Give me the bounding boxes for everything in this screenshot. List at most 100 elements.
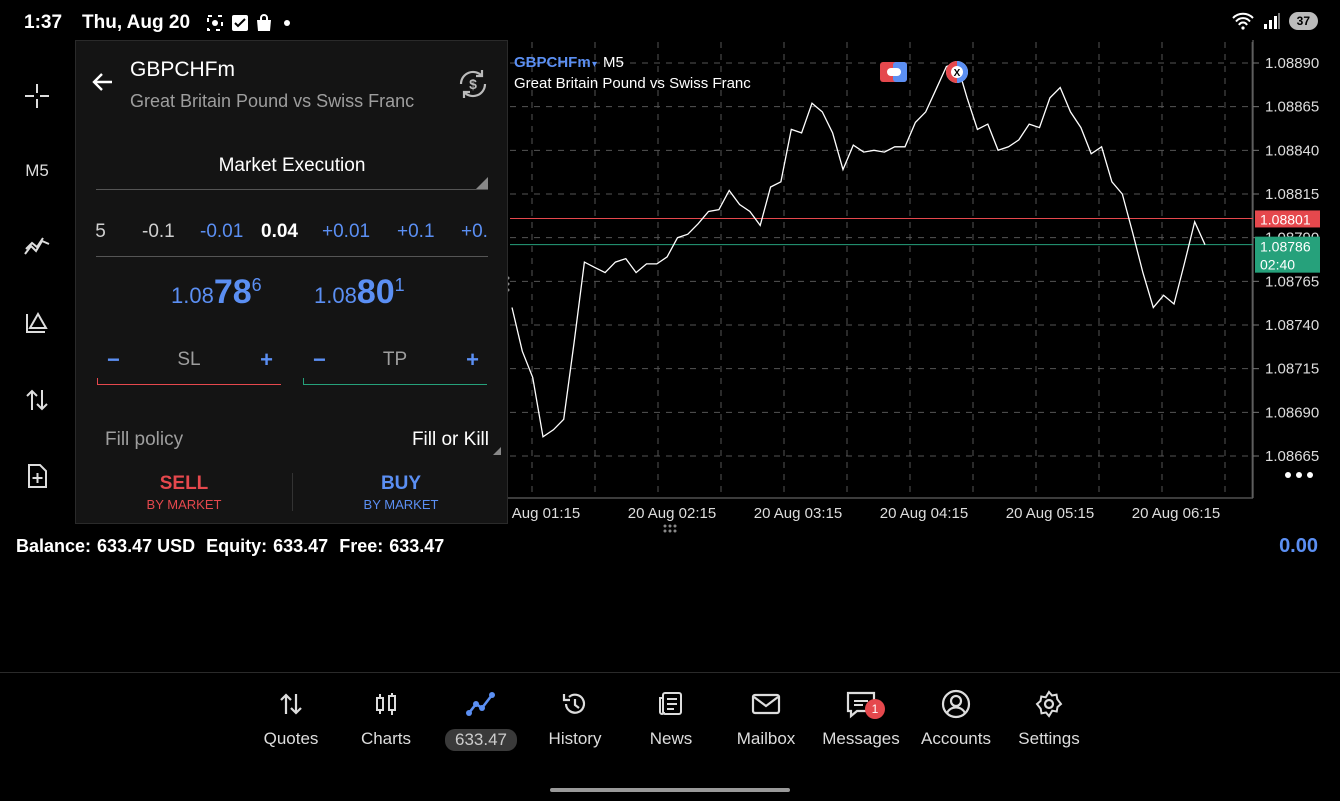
trade-icon bbox=[466, 692, 495, 716]
volume-value[interactable]: 0.04 bbox=[261, 221, 298, 243]
wifi-icon bbox=[1231, 12, 1254, 30]
ask-price: 1.08801 bbox=[314, 273, 405, 311]
nav-mailbox[interactable]: Mailbox bbox=[718, 687, 814, 749]
y-tick-label: 1.08815 bbox=[1265, 186, 1319, 203]
home-indicator[interactable] bbox=[550, 788, 790, 792]
volume-step-plus-0.01[interactable]: +0.01 bbox=[322, 221, 370, 243]
y-tick-label: 1.08740 bbox=[1265, 317, 1319, 334]
battery-icon: 37 bbox=[1288, 12, 1318, 30]
nav-messages[interactable]: 1 Messages bbox=[813, 687, 909, 749]
account-summary: Balance: 633.47 USD Equity: 633.47 Free: 63… bbox=[16, 536, 450, 557]
sl-label: SL bbox=[177, 349, 201, 370]
accounts-icon bbox=[941, 689, 971, 719]
sl-underline bbox=[97, 378, 281, 385]
nav-charts[interactable]: Charts bbox=[338, 687, 434, 749]
take-profit-field[interactable]: − TP + bbox=[303, 337, 487, 385]
document-plus-icon bbox=[28, 464, 47, 488]
sl-plus-button[interactable]: + bbox=[260, 347, 273, 373]
execution-type-value: Market Execution bbox=[218, 155, 366, 176]
new-order-button[interactable] bbox=[14, 453, 60, 499]
charts-icon bbox=[376, 693, 396, 715]
up-down-arrows-icon bbox=[26, 389, 48, 411]
chart-x-tick-labels: Aug 01:15 20 Aug 02:15 20 Aug 03:15 20 Aug … bbox=[512, 505, 1220, 522]
fill-policy-dropdown-icon bbox=[493, 447, 501, 455]
price-chart-svg[interactable]: 1.088901.088651.088401.088151.087901.087… bbox=[501, 40, 1340, 540]
volume-step-plus-0.1[interactable]: +0.1 bbox=[397, 221, 435, 243]
back-arrow-icon[interactable] bbox=[90, 69, 116, 95]
timeframe-button[interactable]: M5 bbox=[14, 148, 60, 194]
y-tick-label: 1.08840 bbox=[1265, 142, 1319, 159]
y-tick-label: 1.08865 bbox=[1265, 99, 1319, 116]
crosshair-icon bbox=[25, 84, 49, 108]
free-margin-label: Free: bbox=[339, 536, 384, 556]
order-symbol: GBPCHFm bbox=[130, 58, 235, 81]
chart-symbol[interactable]: GBPCHFm bbox=[514, 54, 591, 71]
indicators-icon bbox=[24, 237, 50, 255]
price-series-line bbox=[511, 62, 1206, 438]
one-click-trading-icon[interactable] bbox=[880, 62, 907, 82]
ask-price-tag-text: 1.08801 bbox=[1260, 211, 1311, 227]
screenshot-icon bbox=[207, 15, 223, 31]
execution-type-select[interactable]: Market Execution bbox=[96, 153, 488, 190]
quotes-icon bbox=[280, 693, 302, 715]
volume-step-minus-0.01[interactable]: -0.01 bbox=[200, 221, 243, 243]
news-icon bbox=[659, 692, 682, 715]
dot-icon bbox=[284, 20, 290, 26]
volume-step-minus-0.5[interactable]: .5 bbox=[96, 221, 106, 243]
signal-icon bbox=[1263, 13, 1280, 29]
buy-by-market-button[interactable]: BUY BY MARKET bbox=[293, 471, 509, 521]
objects-button[interactable] bbox=[14, 299, 60, 345]
dropdown-corner-icon bbox=[476, 177, 488, 189]
status-right: 37 bbox=[1231, 12, 1318, 30]
chart-symbol-dropdown-icon[interactable]: ▾ bbox=[592, 59, 597, 70]
total-profit: 0.00 bbox=[1279, 535, 1318, 557]
order-symbol-description: Great Britain Pound vs Swiss Franc bbox=[130, 91, 415, 111]
chart-more-options-icon[interactable] bbox=[1285, 472, 1313, 478]
bid-price: 1.08786 bbox=[171, 273, 262, 311]
x-tick-label: 20 Aug 03:15 bbox=[754, 505, 842, 522]
fill-policy-select[interactable]: Fill or Kill bbox=[412, 429, 489, 451]
nav-quotes[interactable]: Quotes bbox=[243, 687, 339, 749]
volume-step-minus-0.1[interactable]: -0.1 bbox=[142, 221, 175, 243]
trade-button[interactable] bbox=[14, 377, 60, 423]
chart-resize-handle-icon[interactable] bbox=[501, 276, 510, 292]
tp-label: TP bbox=[382, 349, 408, 370]
close-trading-icon[interactable]: X bbox=[946, 61, 968, 83]
volume-step-plus-1[interactable]: +0. bbox=[461, 221, 488, 243]
x-tick-label: 20 Aug 06:15 bbox=[1132, 505, 1220, 522]
fill-policy-label: Fill policy bbox=[105, 429, 184, 450]
y-tick-label: 1.08665 bbox=[1265, 448, 1319, 465]
nav-accounts[interactable]: Accounts bbox=[908, 687, 1004, 749]
checkbox-notification-icon bbox=[232, 15, 248, 31]
equity-label: Equity: bbox=[206, 536, 268, 556]
status-date: Thu, Aug 20 bbox=[82, 12, 191, 33]
balance-value: 633.47 USD bbox=[97, 536, 196, 556]
svg-text:X: X bbox=[954, 68, 961, 79]
volume-stepper[interactable]: .5 -0.1 -0.01 0.04 +0.01 +0.1 +0. bbox=[96, 216, 488, 257]
indicators-button[interactable] bbox=[14, 223, 60, 269]
nav-trade[interactable]: 633.47 bbox=[433, 687, 529, 751]
nav-history[interactable]: History bbox=[527, 687, 623, 749]
balance-label: Balance: bbox=[16, 536, 92, 556]
equity-value: 633.47 bbox=[273, 536, 329, 556]
price-chart[interactable]: 1.088901.088651.088401.088151.087901.087… bbox=[501, 40, 1340, 540]
bar-countdown-text: 02:40 bbox=[1260, 257, 1295, 273]
shopping-bag-icon bbox=[257, 14, 271, 31]
x-tick-label: 20 Aug 04:15 bbox=[880, 505, 968, 522]
y-tick-label: 1.08715 bbox=[1265, 361, 1319, 378]
nav-news[interactable]: News bbox=[623, 687, 719, 749]
sell-by-market-button[interactable]: SELL BY MARKET bbox=[76, 471, 292, 521]
panel-drag-handle-icon[interactable] bbox=[663, 524, 677, 533]
shapes-icon bbox=[26, 311, 48, 333]
y-tick-label: 1.08765 bbox=[1265, 273, 1319, 290]
free-margin-value: 633.47 bbox=[389, 536, 445, 556]
chart-symbol-description: Great Britain Pound vs Swiss Franc bbox=[514, 75, 751, 92]
stop-loss-field[interactable]: − SL + bbox=[97, 337, 281, 385]
nav-settings[interactable]: Settings bbox=[1001, 687, 1097, 749]
chart-grid-vertical bbox=[531, 42, 1226, 498]
messages-badge: 1 bbox=[865, 699, 885, 719]
change-symbol-icon[interactable]: $ bbox=[456, 67, 490, 101]
tp-plus-button[interactable]: + bbox=[466, 347, 479, 373]
y-tick-label: 1.08890 bbox=[1265, 55, 1319, 72]
crosshair-tool-button[interactable] bbox=[14, 73, 60, 119]
